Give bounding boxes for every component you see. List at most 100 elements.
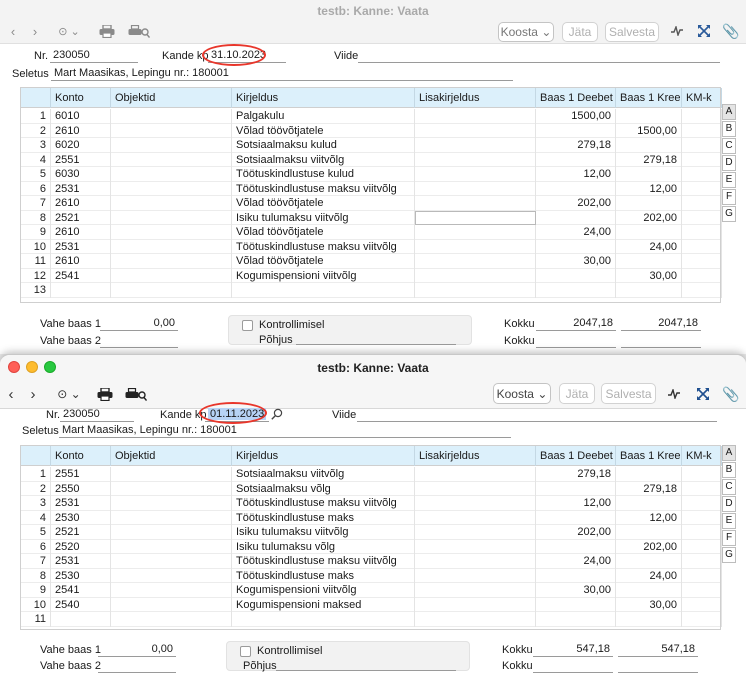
cell-row-number[interactable]: 4 (21, 510, 51, 525)
cell-baas1-deebet[interactable] (536, 152, 616, 167)
cell-baas1-kreedit[interactable] (616, 225, 682, 240)
cell-kirjeldus[interactable]: Võlad töövõtjatele (232, 196, 415, 211)
cell-row-number[interactable]: 6 (21, 181, 51, 196)
cell-lisakirjeldus[interactable] (415, 554, 536, 569)
cell-baas1-deebet[interactable] (536, 597, 616, 612)
attachment-icon[interactable]: 📎 (722, 385, 739, 403)
cell-row-number[interactable]: 9 (21, 225, 51, 240)
kontrollimisel-checkbox[interactable] (242, 320, 253, 331)
cell-kirjeldus[interactable]: Sotsiaalmaksu võlg (232, 481, 415, 496)
header-konto[interactable]: Konto (51, 446, 111, 466)
cell-lisakirjeldus[interactable] (415, 612, 536, 627)
table-row[interactable]: 3 6020 Sotsiaalmaksu kulud 279,18 (21, 138, 722, 153)
cell-kirjeldus[interactable]: Palgakulu (232, 109, 415, 124)
table-row[interactable]: 4 2530 Töötuskindlustuse maks 12,00 (21, 510, 722, 525)
cell-km-k[interactable] (682, 597, 722, 612)
cell-baas1-kreedit[interactable]: 202,00 (616, 210, 682, 225)
cell-baas1-kreedit[interactable]: 12,00 (616, 181, 682, 196)
grid-tab-d[interactable]: D (722, 155, 736, 171)
table-row[interactable]: 3 2531 Töötuskindlustuse maksu viitvõlg 12,… (21, 496, 722, 511)
cell-objektid[interactable] (111, 554, 232, 569)
cell-baas1-kreedit[interactable] (616, 109, 682, 124)
cell-baas1-kreedit[interactable] (616, 167, 682, 182)
print-preview-icon[interactable] (125, 385, 147, 403)
cell-km-k[interactable] (682, 210, 722, 225)
table-row[interactable]: 8 2521 Isiku tulumaksu viitvõlg 202,00 (21, 210, 722, 225)
cell-konto[interactable]: 2541 (51, 583, 111, 598)
header-objektid[interactable]: Objektid (111, 88, 232, 108)
header-kirjeldus[interactable]: Kirjeldus (232, 446, 415, 466)
header-km-k[interactable]: KM-k (682, 88, 722, 108)
cell-km-k[interactable] (682, 467, 722, 482)
cell-objektid[interactable] (111, 167, 232, 182)
cell-baas1-deebet[interactable] (536, 283, 616, 298)
table-row[interactable]: 4 2551 Sotsiaalmaksu viitvõlg 279,18 (21, 152, 722, 167)
cell-baas1-deebet[interactable] (536, 510, 616, 525)
cell-konto[interactable]: 2531 (51, 554, 111, 569)
chevron-right-icon[interactable]: › (30, 23, 40, 39)
cell-baas1-kreedit[interactable]: 24,00 (616, 568, 682, 583)
cell-km-k[interactable] (682, 510, 722, 525)
cell-kirjeldus[interactable]: Võlad töövõtjatele (232, 225, 415, 240)
cell-objektid[interactable] (111, 539, 232, 554)
cell-baas1-deebet[interactable] (536, 181, 616, 196)
jata-button[interactable]: Jäta (562, 22, 598, 42)
cell-lisakirjeldus[interactable] (415, 583, 536, 598)
cell-konto[interactable]: 2610 (51, 123, 111, 138)
print-icon[interactable] (96, 385, 114, 403)
cell-lisakirjeldus[interactable] (415, 109, 536, 124)
activity-icon[interactable] (670, 23, 684, 39)
cell-objektid[interactable] (111, 568, 232, 583)
cell-row-number[interactable]: 8 (21, 568, 51, 583)
cell-row-number[interactable]: 4 (21, 152, 51, 167)
cell-baas1-deebet[interactable] (536, 210, 616, 225)
cell-konto[interactable]: 2541 (51, 268, 111, 283)
cell-konto[interactable] (51, 612, 111, 627)
cell-konto[interactable]: 2551 (51, 152, 111, 167)
cell-baas1-deebet[interactable]: 30,00 (536, 254, 616, 269)
jata-button[interactable]: Jäta (559, 383, 595, 404)
table-row[interactable]: 6 2520 Isiku tulumaksu võlg 202,00 (21, 539, 722, 554)
cell-baas1-deebet[interactable]: 1500,00 (536, 109, 616, 124)
header-objektid[interactable]: Objektid (111, 446, 232, 466)
cell-lisakirjeldus[interactable] (415, 510, 536, 525)
grid-tab-d[interactable]: D (722, 496, 736, 512)
cell-konto[interactable]: 2610 (51, 225, 111, 240)
viide-field[interactable] (358, 49, 720, 63)
cell-konto[interactable]: 2610 (51, 254, 111, 269)
cell-row-number[interactable]: 10 (21, 597, 51, 612)
cell-kirjeldus[interactable]: Isiku tulumaksu viitvõlg (232, 210, 415, 225)
cell-lisakirjeldus[interactable] (415, 496, 536, 511)
cell-row-number[interactable]: 9 (21, 583, 51, 598)
cell-km-k[interactable] (682, 481, 722, 496)
cell-konto[interactable]: 2531 (51, 181, 111, 196)
cell-baas1-deebet[interactable] (536, 539, 616, 554)
cell-km-k[interactable] (682, 283, 722, 298)
salvesta-button[interactable]: Salvesta (605, 22, 659, 42)
cell-km-k[interactable] (682, 268, 722, 283)
cell-row-number[interactable]: 6 (21, 539, 51, 554)
cell-km-k[interactable] (682, 196, 722, 211)
cell-lisakirjeldus[interactable] (415, 196, 536, 211)
cell-kirjeldus[interactable]: Sotsiaalmaksu viitvõlg (232, 152, 415, 167)
cell-lisakirjeldus[interactable] (415, 210, 536, 225)
table-row[interactable]: 6 2531 Töötuskindlustuse maksu viitvõlg 12,… (21, 181, 722, 196)
cell-objektid[interactable] (111, 239, 232, 254)
cell-lisakirjeldus[interactable] (415, 481, 536, 496)
cell-objektid[interactable] (111, 597, 232, 612)
cell-objektid[interactable] (111, 196, 232, 211)
cell-lisakirjeldus[interactable] (415, 539, 536, 554)
cell-konto[interactable]: 2540 (51, 597, 111, 612)
cell-konto[interactable]: 2530 (51, 510, 111, 525)
cell-baas1-kreedit[interactable] (616, 196, 682, 211)
pohjus-field[interactable] (296, 333, 456, 345)
table-row[interactable]: 1 2551 Sotsiaalmaksu viitvõlg 279,18 (21, 467, 722, 482)
grid-tab-a[interactable]: A (722, 445, 736, 461)
cell-baas1-deebet[interactable]: 202,00 (536, 196, 616, 211)
cell-kirjeldus[interactable]: Sotsiaalmaksu kulud (232, 138, 415, 153)
cell-baas1-kreedit[interactable]: 202,00 (616, 539, 682, 554)
grid-tab-f[interactable]: F (722, 530, 736, 546)
cell-lisakirjeldus[interactable] (415, 167, 536, 182)
cell-kirjeldus[interactable]: Töötuskindlustuse maksu viitvõlg (232, 239, 415, 254)
cell-objektid[interactable] (111, 138, 232, 153)
